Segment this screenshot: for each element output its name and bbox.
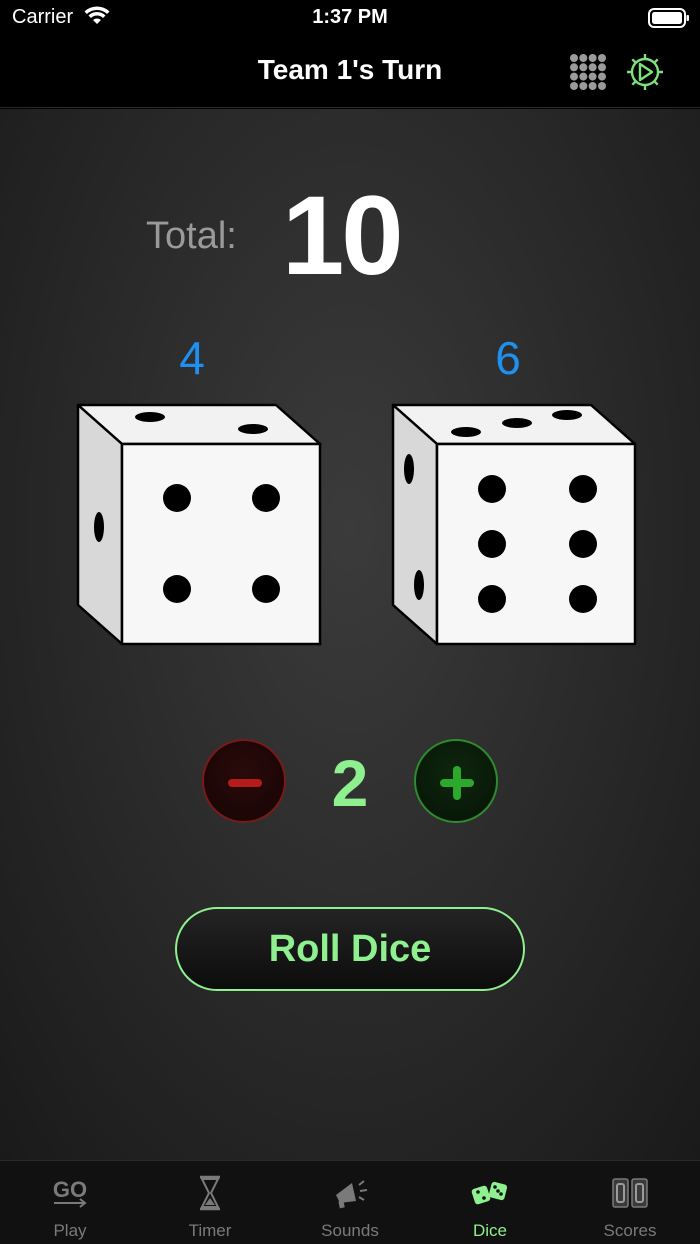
nav-bar: Team 1's Turn <box>0 34 700 108</box>
die-four-icon[interactable] <box>74 401 324 646</box>
play-icon: GO <box>53 1177 87 1208</box>
tab-scores-label: Scores <box>603 1221 657 1240</box>
dice-panel: Total: 10 4 6 2 Roll Dice <box>0 109 700 1160</box>
tab-sounds-label: Sounds <box>321 1221 379 1240</box>
tab-dice[interactable]: Dice <box>420 1161 560 1244</box>
die-1-value: 4 <box>179 332 205 384</box>
clock: 1:37 PM <box>312 6 388 28</box>
svg-text:GO: GO <box>53 1177 87 1202</box>
tab-play-label: Play <box>53 1221 87 1240</box>
total-value: 10 <box>282 173 404 298</box>
tab-dice-label: Dice <box>472 1221 507 1240</box>
tab-sounds[interactable]: Sounds <box>280 1161 420 1244</box>
tab-timer-label: Timer <box>188 1221 232 1240</box>
roll-dice-button[interactable]: Roll Dice <box>175 907 525 991</box>
gear-icon[interactable] <box>625 52 665 92</box>
battery-icon <box>648 8 689 28</box>
tab-play[interactable]: GO Play <box>0 1161 140 1244</box>
dice-icon <box>471 1181 508 1205</box>
hourglass-icon <box>200 1175 220 1211</box>
roll-dice-label: Roll Dice <box>268 927 432 970</box>
die-six-icon[interactable] <box>389 401 639 646</box>
status-bar: Carrier 1:37 PM <box>0 0 700 34</box>
decrease-dice-button[interactable] <box>202 739 286 823</box>
increase-dice-button[interactable] <box>414 739 498 823</box>
die-2-value: 6 <box>495 332 521 384</box>
minus-icon <box>228 779 262 787</box>
grid-icon[interactable] <box>570 54 606 90</box>
megaphone-icon <box>336 1180 368 1209</box>
dice-count: 2 <box>331 746 369 820</box>
scoreboard-icon <box>612 1178 648 1208</box>
total-label: Total: <box>146 215 237 257</box>
tab-bar: GO Play Timer Sounds Dice Scores <box>0 1160 700 1244</box>
tab-scores[interactable]: Scores <box>560 1161 700 1244</box>
tab-timer[interactable]: Timer <box>140 1161 280 1244</box>
